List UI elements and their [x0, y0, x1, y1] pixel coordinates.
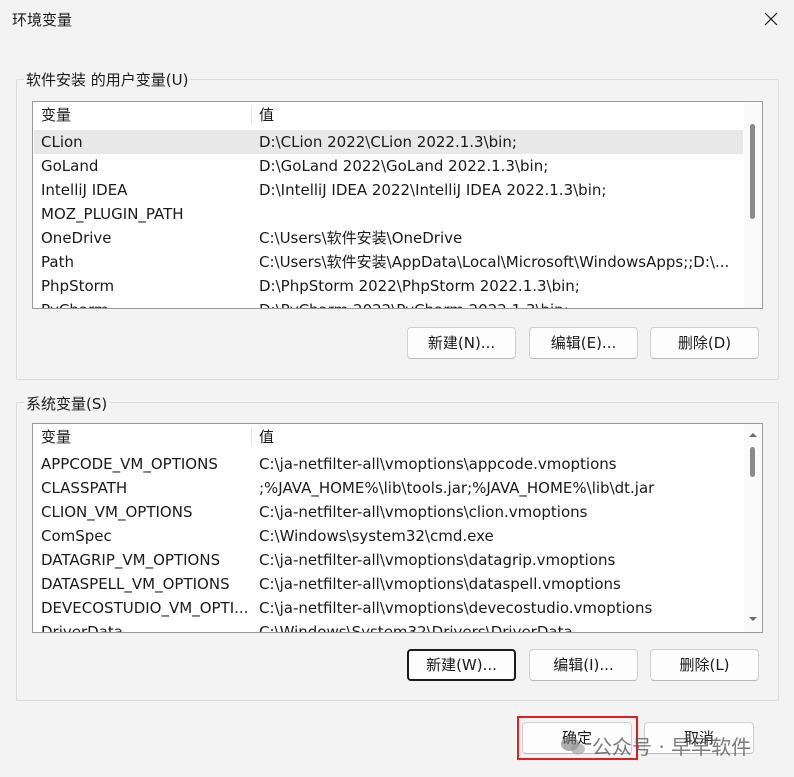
user-edit-button[interactable]: 编辑(E)...	[529, 327, 638, 359]
column-separator[interactable]	[251, 106, 252, 124]
variable-name: DriverData	[41, 623, 123, 633]
table-row[interactable]: APPCODE_VM_OPTIONS C:\ja-netfilter-all\vm…	[34, 452, 743, 476]
variable-name: GoLand	[41, 157, 99, 175]
table-row[interactable]: PyCharm D:\PyCharm 2022\PyCharm 2022.1.3\…	[34, 298, 743, 308]
user-col-value-header[interactable]: 值	[259, 102, 274, 128]
table-row[interactable]: CLION_VM_OPTIONS C:\ja-netfilter-all\vmop…	[34, 500, 743, 524]
variable-name: PyCharm	[41, 298, 109, 308]
variable-value: D:\IntelliJ IDEA 2022\IntelliJ IDEA 2022…	[259, 181, 607, 199]
user-vars-label: 软件安装 的用户变量(U)	[24, 69, 191, 90]
variable-name: APPCODE_VM_OPTIONS	[41, 455, 218, 473]
variable-value: D:\GoLand 2022\GoLand 2022.1.3\bin;	[259, 157, 549, 175]
variable-value: C:\ja-netfilter-all\vmoptions\clion.vmop…	[259, 503, 588, 521]
table-row[interactable]: DATASPELL_VM_OPTIONS C:\ja-netfilter-all\…	[34, 572, 743, 596]
variable-name: IntelliJ IDEA	[41, 181, 128, 199]
title-bar: 环境变量	[0, 0, 794, 38]
watermark-text: 公众号 · 早早软件	[592, 735, 752, 759]
table-row[interactable]: DEVECOSTUDIO_VM_OPTI... C:\ja-netfilter-a…	[34, 596, 743, 620]
scroll-thumb[interactable]	[750, 124, 755, 219]
close-icon	[764, 12, 778, 26]
scroll-thumb[interactable]	[750, 447, 755, 477]
table-row[interactable]: DriverData C:\Windows\System32\Drivers\Dr…	[34, 620, 743, 633]
variable-value: D:\CLion 2022\CLion 2022.1.3\bin;	[259, 133, 517, 151]
variable-name: MOZ_PLUGIN_PATH	[41, 205, 184, 223]
scroll-up-arrow[interactable]	[744, 426, 762, 444]
variable-name: CLION_VM_OPTIONS	[41, 503, 193, 521]
variable-value: D:\PhpStorm 2022\PhpStorm 2022.1.3\bin;	[259, 277, 580, 295]
variable-name: CLASSPATH	[41, 479, 128, 497]
system-edit-button[interactable]: 编辑(I)...	[529, 649, 638, 681]
chat-bubbles-icon	[561, 736, 585, 754]
variable-value: ;%JAVA_HOME%\lib\tools.jar;%JAVA_HOME%\l…	[259, 479, 655, 497]
window-title: 环境变量	[12, 11, 73, 29]
user-delete-button[interactable]: 删除(D)	[650, 327, 759, 359]
variable-name: ComSpec	[41, 527, 112, 545]
table-row[interactable]: MOZ_PLUGIN_PATH	[34, 202, 743, 226]
variable-value: C:\ja-netfilter-all\vmoptions\dataspell.…	[259, 575, 621, 593]
user-vars-scrollbar[interactable]	[744, 102, 762, 308]
table-row[interactable]: PhpStorm D:\PhpStorm 2022\PhpStorm 2022.1…	[34, 274, 743, 298]
scroll-down-arrow[interactable]	[744, 610, 762, 628]
table-row[interactable]: IntelliJ IDEA D:\IntelliJ IDEA 2022\Intel…	[34, 178, 743, 202]
table-row[interactable]: CLASSPATH ;%JAVA_HOME%\lib\tools.jar;%JAV…	[34, 476, 743, 500]
table-row[interactable]: DATAGRIP_VM_OPTIONS C:\ja-netfilter-all\v…	[34, 548, 743, 572]
variable-value: C:\ja-netfilter-all\vmoptions\datagrip.v…	[259, 551, 616, 569]
column-separator[interactable]	[251, 428, 252, 446]
system-col-name-header[interactable]: 变量	[41, 424, 71, 450]
user-vars-list[interactable]: 变量 值 CLion D:\CLion 2022\CLion 2022.1.3\b…	[32, 101, 763, 309]
variable-name: CLion	[41, 133, 83, 151]
table-row[interactable]: OneDrive C:\Users\软件安装\OneDrive	[34, 226, 743, 250]
variable-name: DATAGRIP_VM_OPTIONS	[41, 551, 221, 569]
variable-name: PhpStorm	[41, 277, 115, 295]
table-row[interactable]: CLion D:\CLion 2022\CLion 2022.1.3\bin;	[34, 130, 743, 154]
system-delete-button[interactable]: 删除(L)	[650, 649, 759, 681]
variable-name: Path	[41, 253, 74, 271]
table-row[interactable]: Path C:\Users\软件安装\AppData\Local\Microsof…	[34, 250, 743, 274]
system-vars-list[interactable]: 变量 值 APPCODE_VM_OPTIONS C:\ja-netfilter-a…	[32, 423, 763, 633]
user-col-name-header[interactable]: 变量	[41, 102, 71, 128]
variable-name: OneDrive	[41, 229, 112, 247]
watermark: 公众号 · 早早软件	[560, 731, 751, 760]
variable-value: C:\Windows\System32\Drivers\DriverData	[259, 623, 573, 633]
table-row[interactable]: ComSpec C:\Windows\system32\cmd.exe	[34, 524, 743, 548]
variable-value: C:\ja-netfilter-all\vmoptions\devecostud…	[259, 599, 653, 617]
variable-value: C:\ja-netfilter-all\vmoptions\appcode.vm…	[259, 455, 617, 473]
system-vars-scrollbar[interactable]	[744, 424, 762, 632]
user-new-button[interactable]: 新建(N)...	[407, 327, 516, 359]
system-new-button[interactable]: 新建(W)...	[407, 649, 516, 681]
chevron-up-icon	[749, 433, 757, 437]
variable-value: C:\Windows\system32\cmd.exe	[259, 527, 494, 545]
system-vars-label: 系统变量(S)	[24, 393, 110, 414]
variable-name: DEVECOSTUDIO_VM_OPTI...	[41, 599, 249, 617]
chevron-down-icon	[749, 617, 757, 621]
close-button[interactable]	[748, 0, 794, 38]
variable-value: D:\PyCharm 2022\PyCharm 2022.1.3\bin;	[259, 298, 569, 308]
variable-name: DATASPELL_VM_OPTIONS	[41, 575, 230, 593]
variable-value: C:\Users\软件安装\AppData\Local\Microsoft\Wi…	[259, 253, 730, 271]
variable-value: C:\Users\软件安装\OneDrive	[259, 229, 463, 247]
table-row[interactable]: GoLand D:\GoLand 2022\GoLand 2022.1.3\bin…	[34, 154, 743, 178]
system-col-value-header[interactable]: 值	[259, 424, 274, 450]
